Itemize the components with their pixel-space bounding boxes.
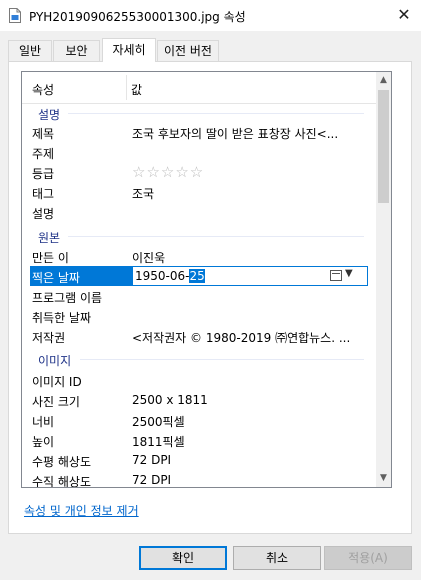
property-name: 만든 이 [32,251,69,265]
tab-details[interactable]: 자세히 [102,38,156,62]
row-rating[interactable]: 등급 ☆☆☆☆☆ [22,162,372,182]
property-name: 취득한 날짜 [32,311,92,325]
row-copyright[interactable]: 저작권 <저작권자 © 1980-2019 ㈜연합뉴스. ... [22,326,372,346]
column-divider[interactable] [126,75,127,100]
property-name: 등급 [32,167,55,181]
group-divider [68,113,364,114]
property-name: 태그 [32,187,55,201]
scrollbar-thumb[interactable] [378,90,389,203]
tab-general[interactable]: 일반 [8,40,52,61]
row-width[interactable]: 너비 2500픽셀 [22,410,372,430]
date-value-text: 1950-06- [135,269,190,283]
group-label: 설명 [38,108,61,122]
group-origin: 원본 [22,227,372,245]
row-comments[interactable]: 설명 [22,202,372,222]
remove-properties-link[interactable]: 속성 및 개인 정보 제거 [24,502,139,519]
row-title[interactable]: 제목 조국 후보자의 딸이 받은 표창장 사진<... [22,122,372,142]
cancel-button[interactable]: 취소 [233,546,321,570]
property-name: 이미지 ID [32,375,82,389]
property-value: 조국 [132,187,155,201]
property-name: 높이 [32,435,55,449]
column-header-value[interactable]: 값 [131,81,142,98]
property-name: 너비 [32,415,55,429]
property-value: 72 DPI [132,473,172,487]
tab-previous-versions[interactable]: 이전 버전 [157,40,219,61]
group-divider [80,359,364,360]
row-date-acquired[interactable]: 취득한 날짜 [22,306,372,326]
property-name: 저작권 [32,331,66,345]
property-name: 수평 해상도 [32,455,92,469]
calendar-icon[interactable] [330,270,342,281]
property-value: 1811픽셀 [132,435,185,449]
property-name: 설명 [32,207,55,221]
apply-button[interactable]: 적용(A) [324,546,412,570]
row-authors[interactable]: 만든 이 이진욱 [22,246,372,266]
group-description: 설명 [22,104,372,122]
date-value-selected: 25 [189,269,205,283]
vertical-scrollbar[interactable]: ▲ ▼ [376,72,391,487]
property-value: 2500픽셀 [132,415,185,429]
property-name: 제목 [32,127,55,141]
window-title: PYH2019090625530001300.jpg 속성 [29,10,246,24]
row-tags[interactable]: 태그 조국 [22,182,372,202]
property-value: 2500 x 1811 [132,393,208,407]
close-icon[interactable]: ✕ [387,0,421,31]
property-name: 수직 해상도 [32,475,92,488]
group-divider [68,236,364,237]
row-dimensions[interactable]: 사진 크기 2500 x 1811 [22,390,372,410]
property-value: 72 DPI [132,453,172,467]
group-label: 이미지 [38,354,72,368]
row-vertical-resolution[interactable]: 수직 해상도 72 DPI [22,470,372,488]
image-file-icon [9,8,21,23]
row-image-id[interactable]: 이미지 ID [22,370,372,390]
rating-stars[interactable]: ☆☆☆☆☆ [132,163,204,181]
row-date-taken[interactable]: 찍은 날짜 1950-06-25 ▼ [30,266,368,286]
column-header-property[interactable]: 속성 [32,81,54,98]
details-list: 속성 값 설명 제목 조국 후보자의 딸이 받은 표창장 사진<... 주제 등… [21,71,392,488]
property-value: 이진욱 [132,251,166,265]
scroll-up-icon[interactable]: ▲ [376,72,391,89]
ok-button[interactable]: 확인 [139,546,227,570]
title-bar: PYH2019090625530001300.jpg 속성 ✕ [0,0,421,31]
tab-security[interactable]: 보안 [53,40,100,61]
property-name: 사진 크기 [32,395,80,409]
list-header: 속성 값 [22,72,376,104]
property-name: 주제 [32,147,55,161]
group-label: 원본 [38,231,61,245]
property-value: <저작권자 © 1980-2019 ㈜연합뉴스. ... [132,331,351,345]
scroll-down-icon[interactable]: ▼ [376,470,391,487]
property-name: 찍은 날짜 [32,271,80,285]
row-program-name[interactable]: 프로그램 이름 [22,286,372,306]
chevron-down-icon[interactable]: ▼ [345,268,353,279]
row-subject[interactable]: 주제 [22,142,372,162]
property-name: 프로그램 이름 [32,291,103,305]
property-value: 조국 후보자의 딸이 받은 표창장 사진<... [132,127,339,141]
group-image: 이미지 [22,350,372,368]
row-height[interactable]: 높이 1811픽셀 [22,430,372,450]
date-taken-input[interactable]: 1950-06-25 ▼ [132,266,368,286]
row-horizontal-resolution[interactable]: 수평 해상도 72 DPI [22,450,372,470]
